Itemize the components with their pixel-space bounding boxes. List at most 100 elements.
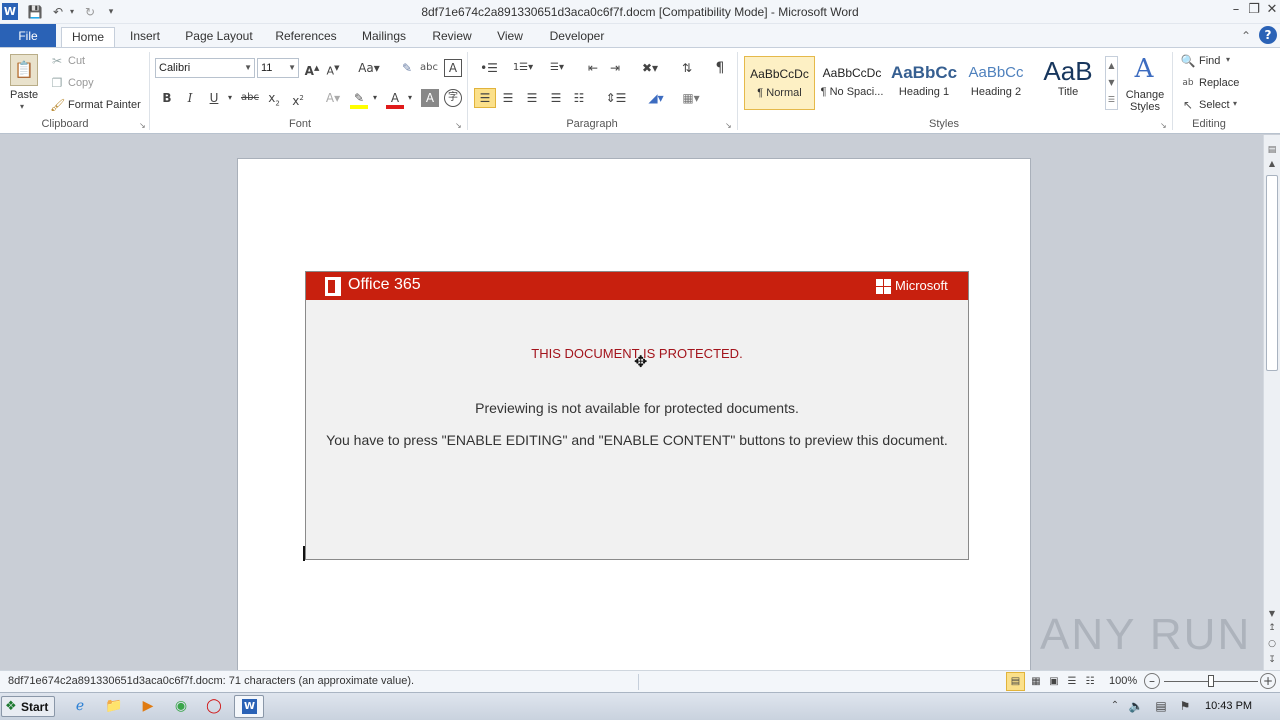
full-screen-reading-icon[interactable]: ▦ — [1028, 673, 1044, 691]
close-icon[interactable]: ✕ — [1262, 2, 1280, 18]
file-explorer-icon[interactable]: 📁 — [104, 697, 124, 715]
network-icon[interactable]: ▤ — [1152, 697, 1170, 715]
multilevel-list-icon[interactable]: ☰▾ — [543, 59, 571, 77]
decrease-indent-icon[interactable]: ⇤ — [584, 59, 602, 77]
underline-icon[interactable]: U — [205, 89, 223, 107]
find-icon[interactable]: 🔍 — [1180, 52, 1196, 70]
increase-indent-icon[interactable]: ⇥ — [606, 59, 624, 77]
tab-insert[interactable]: Insert — [120, 27, 170, 48]
taskbar-word-button[interactable]: W — [234, 695, 264, 718]
styles-launcher-icon[interactable]: ↘ — [1160, 121, 1167, 130]
restore-icon[interactable]: ❐ — [1244, 2, 1264, 18]
tab-home[interactable]: Home — [61, 27, 115, 49]
highlight-dropdown-icon[interactable]: ▾ — [370, 89, 380, 107]
minimize-ribbon-icon[interactable]: ⌃ — [1238, 27, 1254, 45]
highlight-icon[interactable]: ✎ — [350, 89, 368, 109]
superscript-icon[interactable]: x2 — [288, 89, 308, 110]
paragraph-launcher-icon[interactable]: ↘ — [725, 121, 732, 130]
find-dropdown-icon[interactable]: ▾ — [1226, 55, 1230, 64]
bold-icon[interactable]: B — [158, 89, 176, 107]
character-border-icon[interactable]: A — [444, 59, 462, 77]
select-dropdown-icon[interactable]: ▾ — [1233, 99, 1237, 108]
tab-view[interactable]: View — [488, 27, 532, 48]
shading-icon[interactable]: ◢▾ — [643, 89, 669, 107]
opera-icon[interactable]: ◯ — [204, 697, 224, 715]
minimize-icon[interactable]: – — [1226, 2, 1246, 18]
style-heading-2[interactable]: AaBbCc Heading 2 — [961, 56, 1031, 110]
underline-dropdown-icon[interactable]: ▾ — [225, 89, 235, 107]
clipboard-launcher-icon[interactable]: ↘ — [139, 121, 146, 130]
strikethrough-icon[interactable]: abc — [240, 89, 260, 107]
borders-icon[interactable]: ▦▾ — [677, 89, 705, 107]
chinese-layout-icon[interactable]: ✖▾ — [637, 59, 663, 77]
paste-dropdown-icon[interactable]: ▾ — [20, 102, 24, 111]
zoom-in-icon[interactable]: + — [1260, 673, 1276, 689]
outline-view-icon[interactable]: ☰ — [1064, 673, 1080, 691]
copy-icon[interactable]: ❐ — [50, 74, 64, 92]
select-icon[interactable]: ↖ — [1180, 96, 1196, 114]
change-styles-label-2[interactable]: Styles — [1124, 101, 1166, 113]
tab-file[interactable]: File — [0, 24, 56, 48]
format-painter-icon[interactable]: 🖌 — [50, 96, 65, 114]
align-right-icon[interactable]: ☰ — [523, 89, 541, 107]
subscript-icon[interactable]: x2 — [264, 89, 284, 112]
justify-icon[interactable]: ☰ — [547, 89, 565, 107]
replace-button[interactable]: Replace — [1199, 77, 1239, 89]
style-heading-1[interactable]: AaBbCc Heading 1 — [889, 56, 959, 110]
action-center-flag-icon[interactable]: ⚑ — [1176, 697, 1194, 715]
tab-mailings[interactable]: Mailings — [352, 27, 416, 48]
scroll-thumb[interactable] — [1266, 175, 1278, 371]
sort-icon[interactable]: ⇅ — [678, 59, 696, 77]
paste-button-label[interactable]: Paste — [10, 89, 38, 101]
vertical-scrollbar[interactable]: ▤ ▲ ▼ ↥ ○ ↧ — [1263, 135, 1280, 670]
change-styles-label-1[interactable]: Change — [1124, 89, 1166, 101]
style-normal[interactable]: AaBbCcDc ¶ Normal — [744, 56, 815, 110]
tab-developer[interactable]: Developer — [542, 27, 612, 48]
zoom-slider-thumb[interactable] — [1208, 675, 1214, 687]
shrink-font-icon[interactable]: A▼ — [324, 59, 342, 81]
find-button[interactable]: Find — [1199, 55, 1220, 67]
volume-icon[interactable]: 🔈 — [1127, 697, 1145, 715]
paste-icon[interactable]: 📋 — [10, 54, 38, 86]
copy-button[interactable]: Copy — [68, 77, 94, 89]
show-hide-marks-icon[interactable]: ¶ — [711, 59, 729, 77]
show-hidden-icons-icon[interactable]: ⌃ — [1108, 697, 1122, 715]
tab-review[interactable]: Review — [426, 27, 478, 48]
bullets-icon[interactable]: •☰ — [476, 59, 502, 77]
align-left-icon[interactable]: ☰ — [474, 88, 496, 108]
internet-explorer-icon[interactable]: ℯ — [70, 697, 90, 715]
zoom-out-icon[interactable]: – — [1144, 673, 1160, 689]
zoom-level[interactable]: 100% — [1109, 675, 1137, 687]
phonetic-guide-icon[interactable]: abc — [420, 59, 438, 77]
line-spacing-icon[interactable]: ⇕☰ — [603, 89, 629, 107]
print-layout-icon[interactable]: ▤ — [1006, 672, 1025, 691]
select-button[interactable]: Select — [1199, 99, 1230, 111]
enclose-characters-icon[interactable]: 字 — [444, 89, 462, 107]
cut-button[interactable]: Cut — [68, 55, 85, 67]
font-color-icon[interactable]: A — [386, 89, 404, 109]
media-player-icon[interactable]: ▶ — [138, 697, 158, 715]
help-icon[interactable]: ? — [1259, 26, 1277, 44]
grow-font-icon[interactable]: A▲ — [303, 59, 321, 80]
font-launcher-icon[interactable]: ↘ — [455, 121, 462, 130]
style-no-spacing[interactable]: AaBbCcDc ¶ No Spaci... — [817, 56, 887, 110]
chrome-icon[interactable]: ◉ — [171, 697, 191, 715]
distributed-icon[interactable]: ☷ — [570, 89, 588, 107]
web-layout-icon[interactable]: ▣ — [1046, 673, 1062, 691]
clear-formatting-icon[interactable]: ✎ — [398, 59, 416, 77]
text-effects-icon[interactable]: A▾ — [321, 89, 345, 107]
font-name-combo[interactable]: Calibri ▼ — [155, 58, 255, 78]
align-center-icon[interactable]: ☰ — [499, 89, 517, 107]
tab-references[interactable]: References — [268, 27, 344, 48]
style-title[interactable]: AaB Title — [1033, 56, 1103, 110]
font-size-combo[interactable]: 11 ▼ — [257, 58, 299, 78]
taskbar-clock[interactable]: 10:43 PM — [1205, 700, 1252, 712]
change-case-icon[interactable]: Aa▾ — [357, 59, 381, 77]
italic-icon[interactable]: I — [181, 89, 199, 107]
format-painter-button[interactable]: Format Painter — [68, 99, 141, 111]
draft-view-icon[interactable]: ☷ — [1082, 673, 1098, 691]
next-page-icon[interactable]: ↧ — [1264, 651, 1280, 669]
tab-page-layout[interactable]: Page Layout — [180, 27, 258, 48]
numbering-icon[interactable]: 1☰▾ — [509, 59, 537, 77]
character-shading-icon[interactable]: A — [421, 89, 439, 107]
